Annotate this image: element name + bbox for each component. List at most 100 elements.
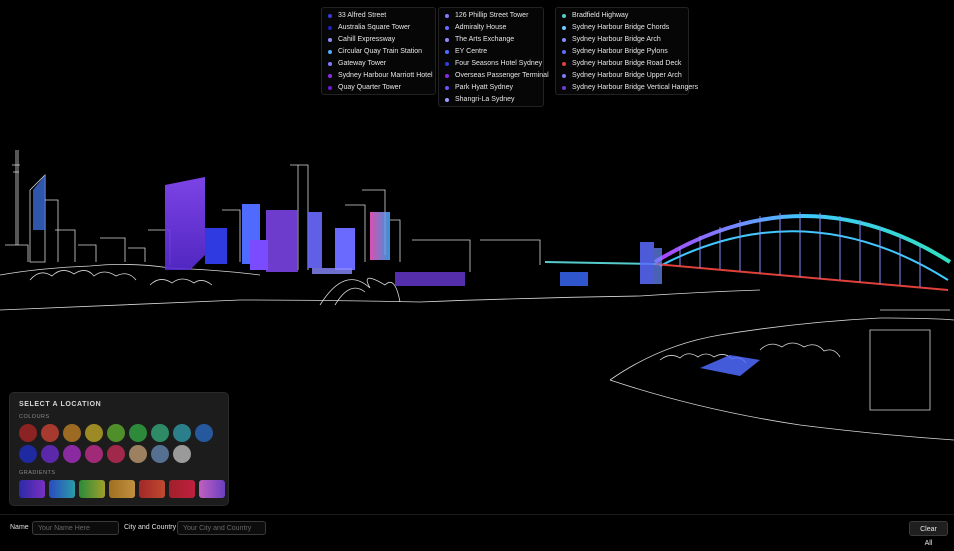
colour-swatch[interactable] — [85, 445, 103, 463]
city-input[interactable] — [177, 521, 266, 535]
gradients-heading: GRADIENTS — [19, 470, 56, 476]
legend-item[interactable]: The Arts Exchange — [445, 34, 537, 46]
legend-item[interactable]: Park Hyatt Sydney — [445, 82, 537, 94]
gateway-tower — [266, 210, 298, 272]
legend-item[interactable]: Sydney Harbour Bridge Road Deck — [562, 58, 682, 70]
legend-item[interactable]: 33 Alfred Street — [328, 10, 429, 22]
bottom-bar: Name City and Country Clear All — [0, 514, 954, 547]
gradient-swatch[interactable] — [19, 480, 45, 498]
colour-swatches-row-2 — [19, 445, 191, 463]
color-dot — [445, 26, 449, 30]
cahill-expressway — [312, 268, 352, 274]
legend-label: 33 Alfred Street — [338, 12, 387, 19]
location-palette-panel: SELECT A LOCATION COLOURS GRADIENTS — [9, 392, 229, 506]
colour-swatch[interactable] — [151, 424, 169, 442]
colour-swatch[interactable] — [19, 445, 37, 463]
legend-label: Sydney Harbour Bridge Pylons — [572, 48, 668, 55]
legend-label: Four Seasons Hotel Sydney — [455, 60, 543, 67]
legend-item[interactable]: Quay Quarter Tower — [328, 82, 429, 94]
circular-quay-station — [560, 272, 588, 286]
legend-label: Overseas Passenger Terminal — [455, 72, 549, 79]
gradient-swatch[interactable] — [79, 480, 105, 498]
colour-swatch[interactable] — [107, 424, 125, 442]
colour-swatch[interactable] — [63, 424, 81, 442]
color-dot — [328, 74, 332, 78]
colour-swatch[interactable] — [151, 445, 169, 463]
colour-swatch[interactable] — [41, 424, 59, 442]
color-dot — [562, 74, 566, 78]
legend-label: Park Hyatt Sydney — [455, 84, 513, 91]
colour-swatch[interactable] — [19, 424, 37, 442]
colour-swatch[interactable] — [63, 445, 81, 463]
color-dot — [445, 74, 449, 78]
color-dot — [445, 98, 449, 102]
legend-label: Sydney Harbour Bridge Upper Arch — [572, 72, 682, 79]
legend-label: Bradfield Highway — [572, 12, 629, 19]
gradient-swatch[interactable] — [199, 480, 225, 498]
legend-label: Quay Quarter Tower — [338, 84, 401, 91]
four-seasons-hotel — [205, 228, 227, 264]
city-label: City and Country — [124, 524, 177, 531]
colour-swatch[interactable] — [173, 424, 191, 442]
legend-item[interactable]: Shangri-La Sydney — [445, 94, 537, 106]
colour-swatch[interactable] — [173, 445, 191, 463]
colour-swatches-row-1 — [19, 424, 213, 442]
33-alfred-street — [33, 175, 45, 230]
colour-swatch[interactable] — [107, 445, 125, 463]
color-dot — [445, 86, 449, 90]
color-dot — [328, 86, 332, 90]
colour-swatch[interactable] — [195, 424, 213, 442]
legend-label: Sydney Harbour Marriott Hotel — [338, 72, 433, 79]
color-dot — [445, 38, 449, 42]
legend-item[interactable]: EY Centre — [445, 46, 537, 58]
admiralty-house — [700, 355, 760, 376]
harbour-bridge[interactable] — [544, 212, 952, 291]
legend-item[interactable]: Admiralty House — [445, 22, 537, 34]
color-dot — [562, 62, 566, 66]
clear-all-button[interactable]: Clear All — [909, 521, 948, 547]
legend-column-1: 33 Alfred Street Australia Square Tower … — [321, 7, 436, 95]
legend-item[interactable]: 126 Phillip Street Tower — [445, 10, 537, 22]
legend-item[interactable]: Sydney Harbour Bridge Chords — [562, 22, 682, 34]
color-dot — [328, 50, 332, 54]
color-dot — [328, 14, 332, 18]
legend-item[interactable]: Circular Quay Train Station — [328, 46, 429, 58]
colours-heading: COLOURS — [19, 414, 50, 420]
color-dot — [445, 14, 449, 18]
legend-item[interactable]: Cahill Expressway — [328, 34, 429, 46]
legend-item[interactable]: Australia Square Tower — [328, 22, 429, 34]
colour-swatch[interactable] — [41, 445, 59, 463]
colour-swatch[interactable] — [129, 424, 147, 442]
colour-swatch[interactable] — [129, 445, 147, 463]
legend-label: Gateway Tower — [338, 60, 387, 67]
legend-item[interactable]: Sydney Harbour Bridge Pylons — [562, 46, 682, 58]
legend-label: Australia Square Tower — [338, 24, 411, 31]
legend-label: Admiralty House — [455, 24, 507, 31]
gradient-swatch[interactable] — [49, 480, 75, 498]
color-dot — [562, 50, 566, 54]
gradient-swatch[interactable] — [169, 480, 195, 498]
gradient-swatch[interactable] — [139, 480, 165, 498]
legend-item[interactable]: Sydney Harbour Bridge Arch — [562, 34, 682, 46]
legend-label: Cahill Expressway — [338, 36, 396, 43]
legend-item[interactable]: Overseas Passenger Terminal — [445, 70, 549, 82]
color-dot — [328, 62, 332, 66]
126-phillip-street — [370, 212, 390, 260]
name-input[interactable] — [32, 521, 119, 535]
gradient-swatch[interactable] — [109, 480, 135, 498]
legend-item[interactable]: Bradfield Highway — [562, 10, 682, 22]
legend-item[interactable]: Gateway Tower — [328, 58, 429, 70]
legend-item[interactable]: Sydney Harbour Bridge Upper Arch — [562, 70, 682, 82]
legend-label: Sydney Harbour Bridge Chords — [572, 24, 670, 31]
shangri-la — [335, 228, 355, 270]
color-dot — [562, 14, 566, 18]
palette-title: SELECT A LOCATION — [19, 401, 102, 408]
legend-item[interactable]: Sydney Harbour Bridge Vertical Hangers — [562, 82, 698, 94]
quay-quarter-tower — [165, 177, 205, 270]
colour-swatch[interactable] — [85, 424, 103, 442]
legend-item[interactable]: Sydney Harbour Marriott Hotel — [328, 70, 433, 82]
legend-item[interactable]: Four Seasons Hotel Sydney — [445, 58, 542, 70]
legend-label: Shangri-La Sydney — [455, 96, 515, 103]
legend-label: EY Centre — [455, 48, 488, 55]
marriott-hotel — [250, 240, 268, 270]
